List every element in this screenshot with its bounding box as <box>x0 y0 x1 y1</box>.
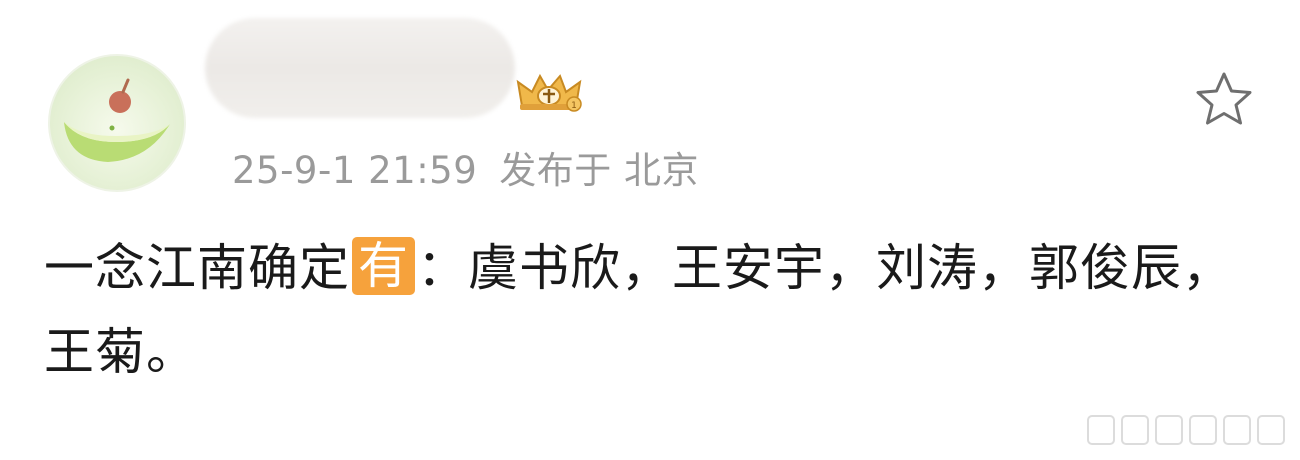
favorite-star-icon[interactable] <box>1194 70 1254 126</box>
melon-avatar-icon <box>64 78 170 162</box>
avatar[interactable] <box>48 54 186 192</box>
watermark-icon <box>1087 415 1285 445</box>
svg-text:1: 1 <box>571 101 577 111</box>
content-highlight-tag[interactable]: 有 <box>352 237 415 295</box>
post-location: 发布于 北京 <box>499 149 700 192</box>
crown-badge-icon: 1 <box>516 73 582 112</box>
content-text-before: 一念江南确定 <box>44 239 350 297</box>
post-timestamp: 25-9-1 21:59 <box>232 149 478 192</box>
next-item-edge <box>44 452 444 460</box>
post-content: 一念江南确定有：虞书欣，王安宇，刘涛，郭俊辰，王菊。 <box>44 226 1234 394</box>
post-meta: 25-9-1 21:59 发布于 北京 <box>232 140 699 194</box>
username-blurred[interactable] <box>205 18 515 118</box>
